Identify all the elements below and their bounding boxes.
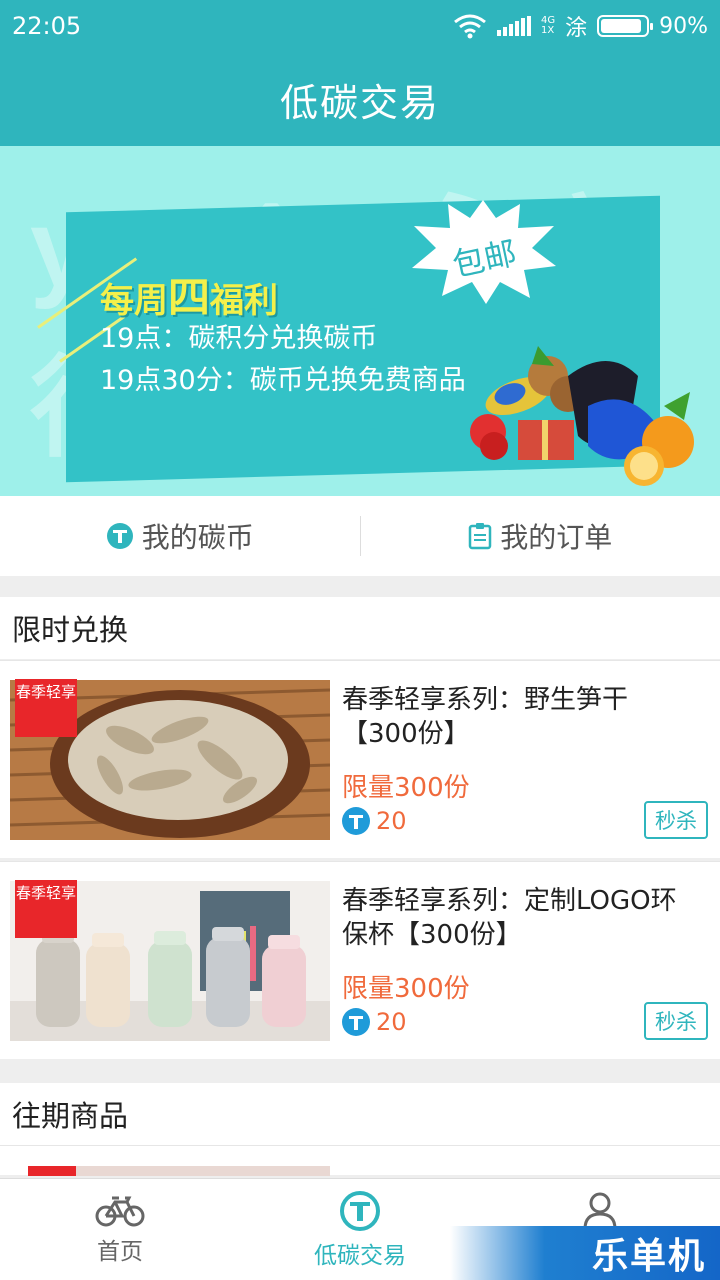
product-tag: 春季轻享 (15, 880, 77, 938)
product-tag: 春季轻享 (15, 679, 77, 737)
battery-percent: 90% (659, 13, 708, 39)
promo-banner[interactable]: youôn 永安行 每周四福利 19点：碳积分兑换碳币 19点30分：碳币兑换免… (0, 146, 720, 496)
product-price: 20 (342, 1008, 407, 1036)
section-title-limited: 限时兑换 (0, 597, 720, 659)
wifi-icon (454, 14, 486, 39)
flash-sale-button[interactable]: 秒杀 (644, 801, 708, 839)
clipboard-icon (468, 523, 492, 550)
carrier-label: 涂 (565, 16, 588, 41)
carbon-coin-icon (342, 807, 370, 835)
banner-line-1: 19点：碳积分兑换碳币 (100, 323, 378, 354)
tab-home[interactable]: 首页 (0, 1179, 240, 1280)
tab-trade-label: 低碳交易 (314, 1242, 406, 1269)
carbon-coin-icon (342, 1008, 370, 1036)
product-price: 20 (342, 807, 407, 835)
my-orders-label: 我的订单 (500, 521, 613, 554)
my-coins-button[interactable]: 我的碳币 (0, 496, 360, 576)
person-icon (583, 1192, 617, 1229)
free-shipping-burst: 包邮 (408, 196, 558, 306)
tab-low-carbon-trade[interactable]: 低碳交易 (240, 1179, 480, 1280)
product-card[interactable]: 春季轻享 春季轻享系列：野生笋干【300份】 限量300份 20 秒杀 (0, 660, 720, 858)
quick-actions: 我的碳币 我的订单 (0, 496, 720, 576)
goods-illustration (470, 346, 694, 486)
my-orders-button[interactable]: 我的订单 (361, 496, 720, 576)
past-product-peek[interactable] (0, 1145, 720, 1176)
status-time: 22:05 (12, 12, 82, 40)
page-title: 低碳交易 (0, 52, 720, 146)
tab-home-label: 首页 (97, 1238, 143, 1265)
status-icons: 4G 1X 涂 90% (453, 10, 708, 42)
price-value: 20 (376, 1008, 407, 1036)
network-type: 4G 1X (540, 15, 556, 36)
bicycle-icon (95, 1196, 145, 1226)
flash-sale-button[interactable]: 秒杀 (644, 1002, 708, 1040)
corner-watermark: 乐单机 (450, 1226, 720, 1280)
section-title-past: 往期商品 (0, 1083, 720, 1145)
carbon-coin-icon (340, 1190, 380, 1231)
product-image (76, 1166, 330, 1176)
product-name: 春季轻享系列：定制LOGO环保杯【300份】 (342, 886, 677, 950)
status-bar: 22:05 4G 1X 涂 90% (0, 0, 720, 52)
banner-line-2: 19点30分：碳币兑换免费商品 (100, 365, 466, 396)
product-limit: 限量300份 (342, 974, 470, 1004)
price-value: 20 (376, 807, 407, 835)
product-limit: 限量300份 (342, 773, 470, 803)
product-name: 春季轻享系列：野生笋干【300份】 (342, 685, 629, 749)
battery-icon (597, 15, 654, 37)
product-tag (28, 1166, 76, 1176)
carbon-coin-icon (106, 523, 133, 549)
my-coins-label: 我的碳币 (141, 521, 254, 554)
product-card[interactable]: 春季轻享 春季轻享系列：定制LOGO环保杯【300份】 限量300份 20 秒杀 (0, 861, 720, 1059)
signal-icon (496, 16, 531, 36)
